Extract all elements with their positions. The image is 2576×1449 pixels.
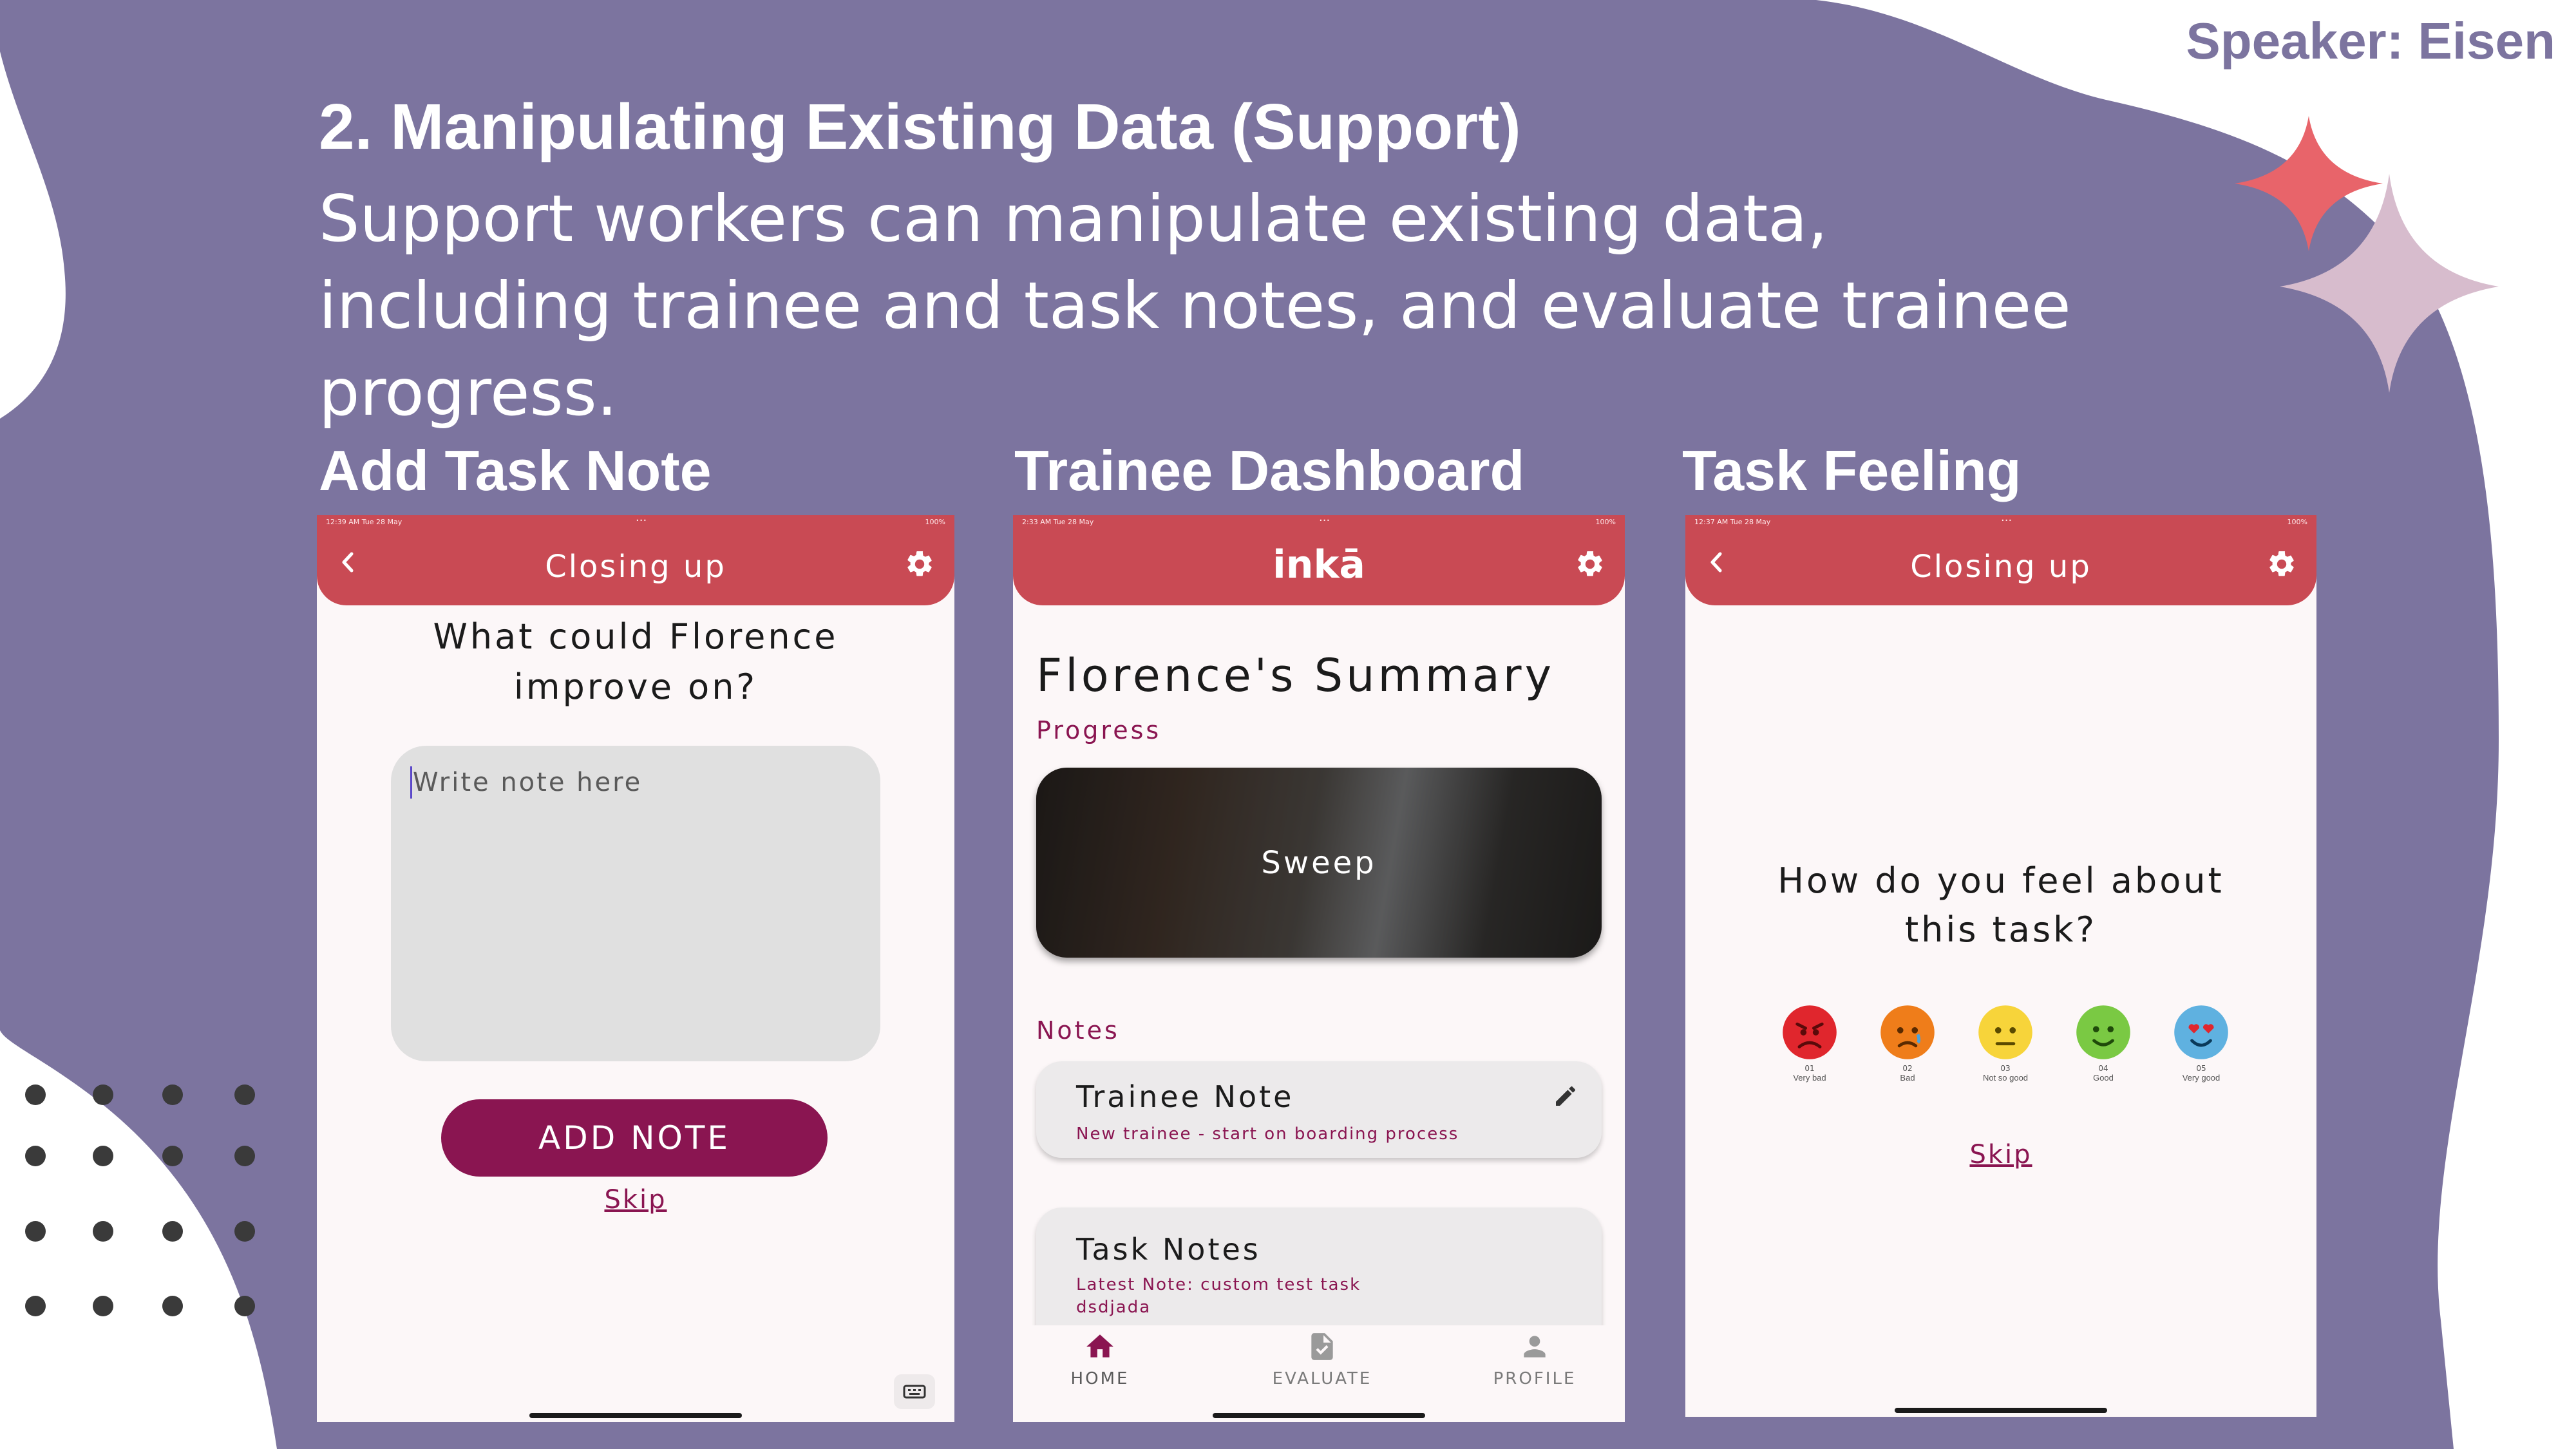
task-feeling-screen: 12:37 AM Tue 28 May ··· 100% Closing up … — [1685, 515, 2316, 1417]
app-bar-title: Closing up — [545, 549, 726, 585]
status-battery: 100% — [2287, 518, 2307, 526]
trainee-note-text: New trainee - start on boarding process — [1076, 1124, 1459, 1144]
status-bar: 12:37 AM Tue 28 May ··· 100% — [1694, 515, 2307, 529]
inka-logo: inkā — [1273, 542, 1365, 587]
progress-card-label: Sweep — [1261, 845, 1377, 881]
status-time: 2:33 AM Tue 28 May — [1022, 518, 1094, 526]
section-label-trainee-dashboard: Trainee Dashboard — [1014, 439, 1525, 502]
skip-link[interactable]: Skip — [317, 1185, 954, 1215]
notes-label: Notes — [1036, 1016, 1120, 1045]
section-label-add-task-note: Add Task Note — [319, 439, 712, 502]
feeling-number: 04 — [2098, 1064, 2108, 1073]
nav-profile-label: PROFILE — [1493, 1369, 1577, 1388]
progress-label: Progress — [1036, 716, 1162, 744]
feeling-label: Bad — [1900, 1073, 1915, 1083]
status-dots-icon: ··· — [1319, 515, 1331, 527]
note-question: What could Florence improve on? — [317, 612, 954, 712]
text-cursor — [410, 766, 412, 799]
status-battery: 100% — [925, 518, 945, 526]
add-note-button[interactable]: ADD NOTE — [441, 1099, 828, 1177]
note-placeholder: Write note here — [413, 768, 643, 797]
keyboard-toggle-button[interactable] — [894, 1374, 935, 1409]
feeling-option[interactable]: 03 Not so good — [1970, 1003, 2041, 1100]
slide-subtitle: Support workers can manipulate existing … — [319, 181, 2071, 430]
nav-item-home[interactable]: HOME — [1052, 1331, 1148, 1395]
bottom-navigation: HOME EVALUATE PROFILE — [1013, 1325, 1625, 1422]
app-bar: 2:33 AM Tue 28 May ··· 100% inkā — [1013, 515, 1625, 605]
summary-title: Florence's Summary — [1036, 649, 1555, 702]
feeling-options: 01 Very bad 02 Bad 03 Not so good 04 Good 05 Very… — [1774, 1003, 2238, 1100]
feeling-number: 02 — [1902, 1064, 1913, 1073]
feeling-option[interactable]: 02 Bad — [1872, 1003, 1943, 1100]
nav-item-evaluate[interactable]: EVALUATE — [1258, 1331, 1387, 1395]
feeling-question: How do you feel about this task? — [1685, 857, 2316, 954]
app-bar: 12:37 AM Tue 28 May ··· 100% Closing up — [1685, 515, 2316, 605]
feeling-question-line1: How do you feel about — [1777, 860, 2224, 901]
keyboard-icon — [903, 1385, 926, 1399]
status-dots-icon: ··· — [2001, 515, 2012, 527]
trainee-dashboard-screen: 2:33 AM Tue 28 May ··· 100% inkā Florenc… — [1013, 515, 1625, 1422]
feeling-label: Good — [2093, 1073, 2114, 1083]
note-textarea[interactable]: Write note here — [391, 746, 880, 1061]
edit-pencil-icon[interactable] — [1553, 1083, 1578, 1109]
trainee-note-title: Trainee Note — [1076, 1079, 1294, 1114]
gear-icon[interactable] — [1575, 549, 1605, 580]
note-question-line1: What could Florence — [433, 616, 838, 657]
add-task-note-screen: 12:39 AM Tue 28 May ··· 100% Closing up … — [317, 515, 954, 1422]
status-dots-icon: ··· — [636, 515, 647, 527]
gear-icon[interactable] — [2266, 549, 2297, 580]
task-notes-line2: dsdjada — [1076, 1298, 1151, 1317]
app-bar: 12:39 AM Tue 28 May ··· 100% Closing up — [317, 515, 954, 605]
home-icon — [1086, 1334, 1113, 1358]
app-bar-title: Closing up — [1910, 549, 2092, 585]
note-question-line2: improve on? — [513, 667, 758, 707]
profile-person-icon — [1524, 1336, 1546, 1358]
speaker-label: Speaker: Eisen — [2186, 12, 2555, 70]
feeling-option[interactable]: 04 Good — [2068, 1003, 2139, 1100]
slide-title: 2. Manipulating Existing Data (Support) — [319, 91, 1521, 163]
status-time: 12:37 AM Tue 28 May — [1694, 518, 1771, 526]
bad-face-icon — [1880, 1005, 1935, 1059]
progress-task-card[interactable]: Sweep — [1036, 768, 1602, 958]
gear-icon[interactable] — [904, 549, 935, 580]
feeling-number: 03 — [2000, 1064, 2011, 1073]
feeling-number: 05 — [2196, 1064, 2206, 1073]
home-indicator — [1895, 1408, 2107, 1413]
skip-link[interactable]: Skip — [1685, 1140, 2316, 1170]
home-indicator — [1213, 1413, 1425, 1418]
feeling-label: Very bad — [1793, 1073, 1826, 1083]
feeling-option[interactable]: 05 Very good — [2166, 1003, 2237, 1100]
status-time: 12:39 AM Tue 28 May — [326, 518, 402, 526]
feeling-question-line2: this task? — [1904, 909, 2098, 950]
status-bar: 12:39 AM Tue 28 May ··· 100% — [326, 515, 945, 529]
very-bad-face-icon — [1783, 1005, 1837, 1059]
good-face-icon — [2076, 1005, 2130, 1059]
trainee-note-card[interactable]: Trainee Note New trainee - start on boar… — [1036, 1061, 1602, 1158]
home-indicator — [529, 1413, 742, 1418]
task-notes-line1: Latest Note: custom test task — [1076, 1275, 1361, 1294]
very-good-face-icon — [2174, 1005, 2228, 1059]
feeling-label: Not so good — [1982, 1073, 2029, 1083]
feeling-label: Very good — [2182, 1073, 2221, 1083]
feeling-option[interactable]: 01 Very bad — [1774, 1003, 1845, 1100]
status-battery: 100% — [1595, 518, 1616, 526]
feeling-number: 01 — [1804, 1064, 1815, 1073]
nav-evaluate-label: EVALUATE — [1272, 1369, 1372, 1388]
not-so-good-face-icon — [1978, 1005, 2032, 1059]
task-notes-title: Task Notes — [1076, 1232, 1261, 1267]
nav-item-profile[interactable]: PROFILE — [1483, 1331, 1586, 1395]
nav-home-label: HOME — [1070, 1369, 1130, 1388]
section-label-task-feeling: Task Feeling — [1682, 439, 2022, 502]
status-bar: 2:33 AM Tue 28 May ··· 100% — [1022, 515, 1616, 529]
evaluate-document-icon — [1311, 1333, 1333, 1360]
